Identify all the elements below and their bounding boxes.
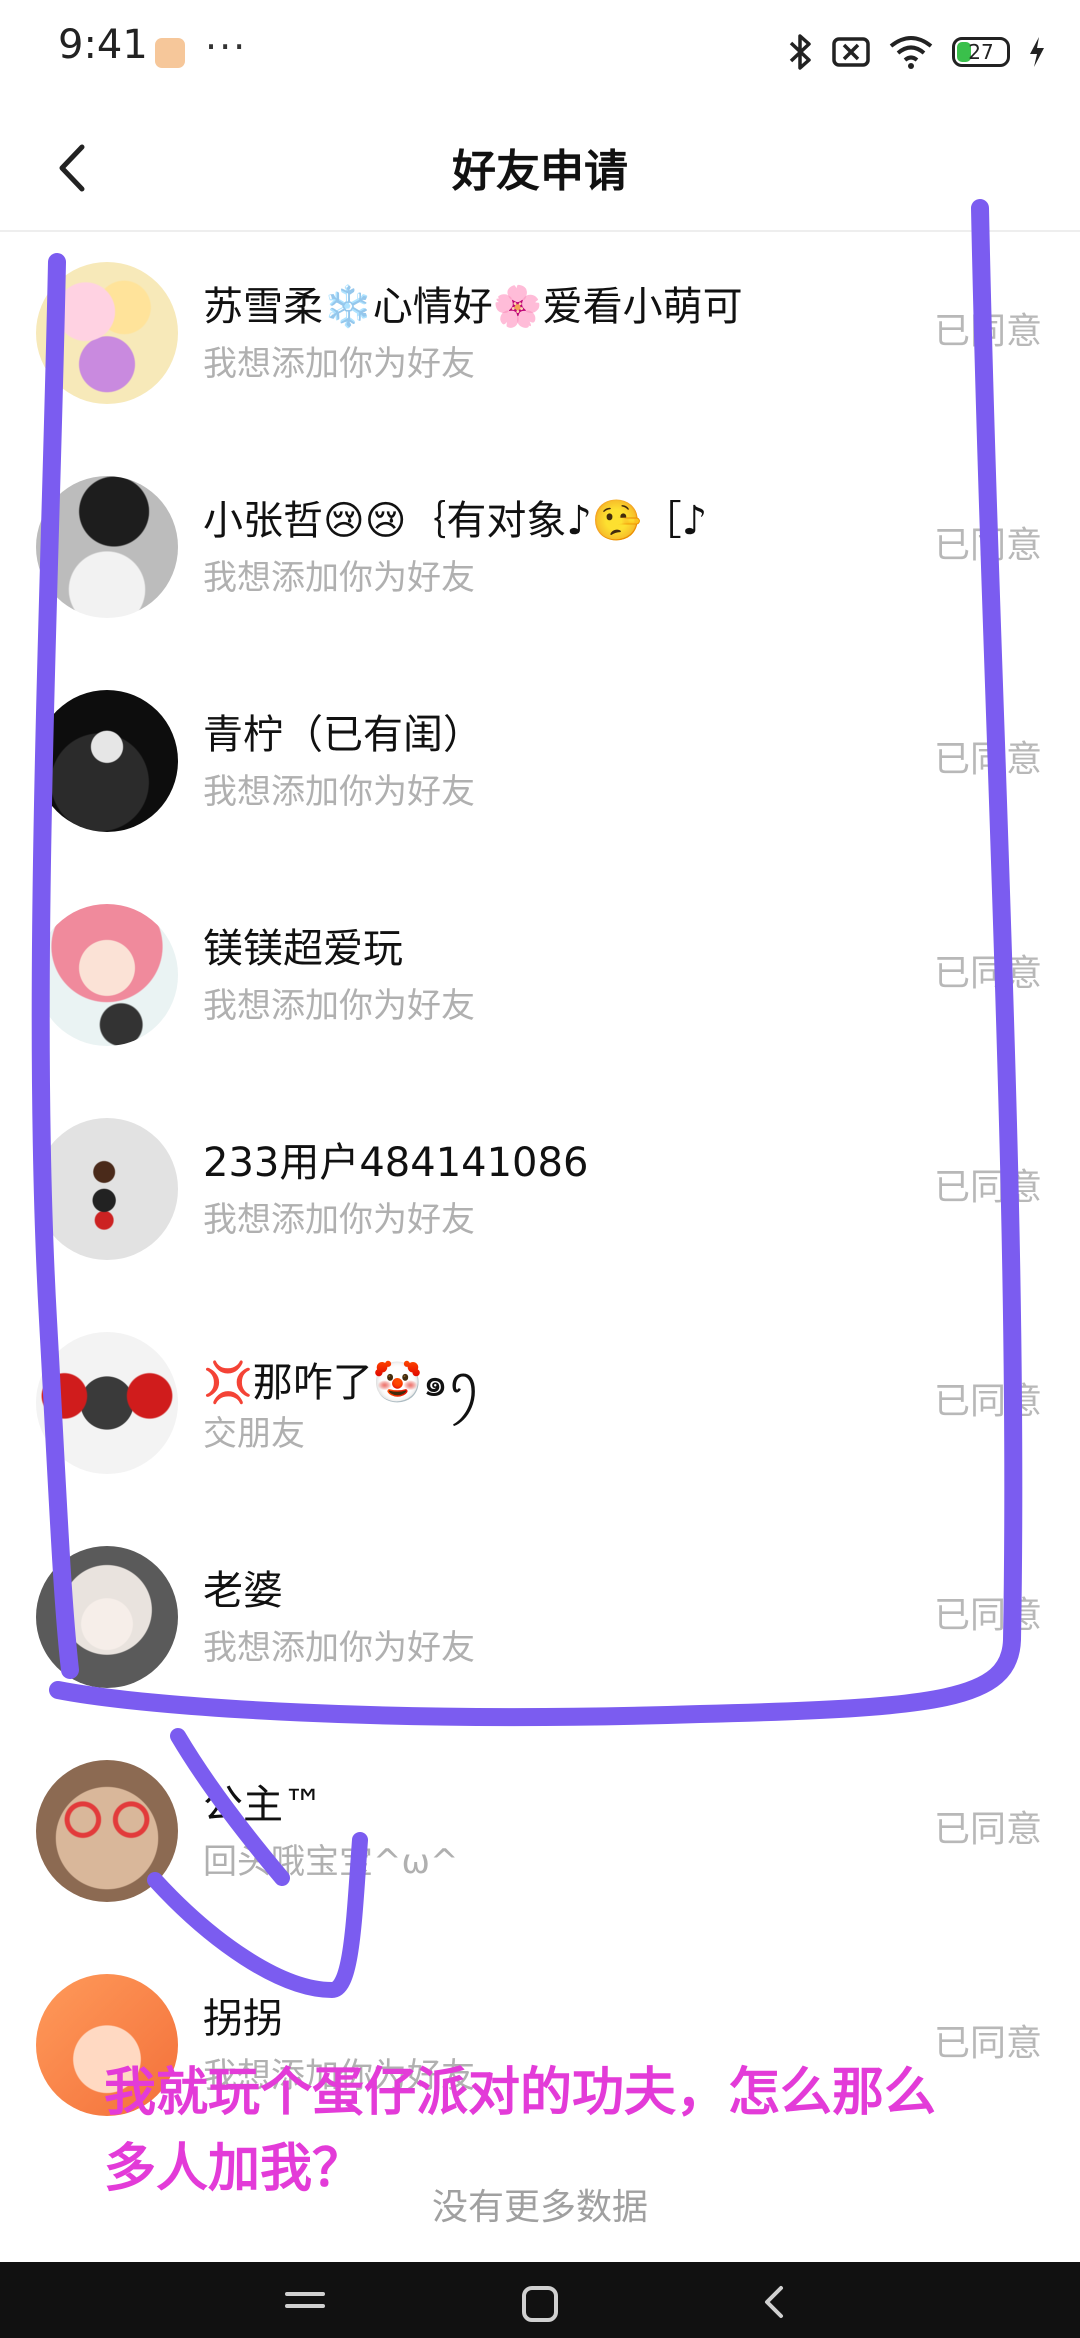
charging-icon <box>1028 36 1046 68</box>
avatar <box>36 904 178 1046</box>
request-message: 我想添加你为好友 <box>203 1628 475 1668</box>
avatar <box>36 1760 178 1902</box>
requester-name: 青柠（已有闺） <box>203 712 483 758</box>
avatar <box>36 1332 178 1474</box>
home-button[interactable] <box>510 2272 570 2332</box>
status-label: 已同意 <box>933 1381 1042 1422</box>
page-title: 好友申请 <box>452 146 628 197</box>
status-time: 9:41 <box>58 22 148 68</box>
status-bar: 9:41 ··· 27 <box>0 0 1080 105</box>
bluetooth-icon <box>788 32 814 72</box>
request-message: 我想添加你为好友 <box>203 558 475 598</box>
request-message: 我想添加你为好友 <box>203 986 475 1026</box>
requester-name: 苏雪柔❄️心情好🌸爱看小萌可 <box>203 284 743 330</box>
request-message: 回头哦宝宝^ω^ <box>203 1842 459 1882</box>
friend-request-item[interactable]: 公主™ 回头哦宝宝^ω^ 已同意 <box>0 1730 1080 1944</box>
friend-requests-screen: 9:41 ··· 27 好友申请 苏雪柔❄️心情好🌸爱看小萌可 我想添加你为好友… <box>0 0 1080 2338</box>
request-message: 我想添加你为好友 <box>203 344 475 384</box>
avatar <box>36 1118 178 1260</box>
sim-off-icon <box>832 36 870 68</box>
more-notifications-icon: ··· <box>205 25 248 69</box>
app-notification-icon <box>155 38 185 68</box>
status-label: 已同意 <box>933 953 1042 994</box>
back-icon <box>765 2286 783 2318</box>
friend-request-item[interactable]: 老婆 我想添加你为好友 已同意 <box>0 1516 1080 1730</box>
friend-request-item[interactable]: 镁镁超爱玩 我想添加你为好友 已同意 <box>0 874 1080 1088</box>
status-label: 已同意 <box>933 739 1042 780</box>
request-message: 交朋友 <box>203 1414 305 1454</box>
back-nav-button[interactable] <box>745 2272 805 2332</box>
status-label: 已同意 <box>933 1167 1042 1208</box>
menu-icon <box>285 2292 325 2308</box>
status-label: 已同意 <box>933 311 1042 352</box>
system-navigation-bar <box>0 2262 1080 2338</box>
requester-name: 小张哲😢😢｛有对象♪🤥［♪ <box>203 498 708 544</box>
avatar <box>36 1546 178 1688</box>
overlay-caption: 我就玩个蛋仔派对的功夫，怎么那么多人加我？ <box>104 2063 937 2199</box>
friend-request-item[interactable]: 青柠（已有闺） 我想添加你为好友 已同意 <box>0 660 1080 874</box>
requester-name: 老婆 <box>203 1568 283 1614</box>
status-label: 已同意 <box>933 1809 1042 1850</box>
request-message: 我想添加你为好友 <box>203 772 475 812</box>
battery-icon: 27 <box>952 37 1010 67</box>
friend-request-item[interactable]: 💢那咋了🤡๑ꪆ 交朋友 已同意 <box>0 1302 1080 1516</box>
requester-name: 公主™ <box>203 1782 323 1828</box>
menu-button[interactable] <box>275 2272 335 2332</box>
avatar <box>36 690 178 832</box>
wifi-icon <box>888 34 934 70</box>
friend-request-item[interactable]: 小张哲😢😢｛有对象♪🤥［♪ 我想添加你为好友 已同意 <box>0 446 1080 660</box>
header: 好友申请 <box>0 105 1080 232</box>
status-label: 已同意 <box>933 525 1042 566</box>
avatar <box>36 262 178 404</box>
friend-request-item[interactable]: 苏雪柔❄️心情好🌸爱看小萌可 我想添加你为好友 已同意 <box>0 232 1080 446</box>
request-message: 我想添加你为好友 <box>203 1200 475 1240</box>
requester-name: 镁镁超爱玩 <box>203 926 403 972</box>
friend-request-item[interactable]: 233用户484141086 我想添加你为好友 已同意 <box>0 1088 1080 1302</box>
status-icons: 27 <box>788 30 1046 74</box>
requester-name: 拐拐 <box>203 1996 283 2042</box>
avatar <box>36 476 178 618</box>
home-icon <box>522 2286 558 2322</box>
requester-name: 233用户484141086 <box>203 1140 589 1186</box>
status-label: 已同意 <box>933 1595 1042 1636</box>
